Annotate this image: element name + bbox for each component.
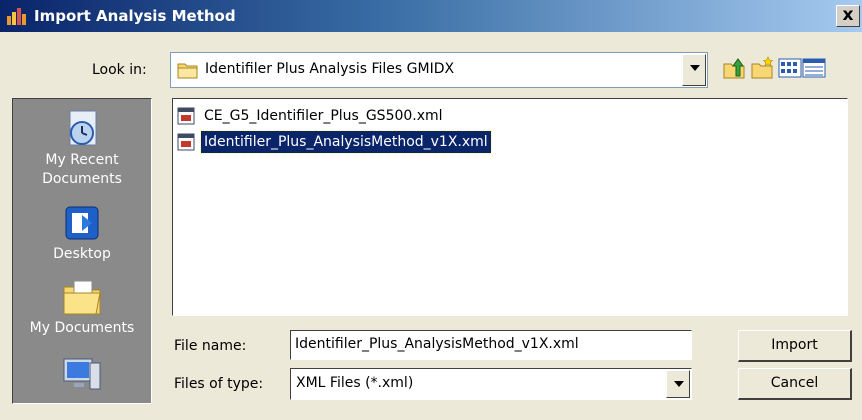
place-my-computer[interactable] <box>13 353 151 397</box>
app-icon <box>7 8 26 25</box>
lookin-label: Look in: <box>92 62 147 78</box>
window-title: Import Analysis Method <box>34 7 236 25</box>
lookin-dropdown[interactable]: Identifiler Plus Analysis Files GMIDX <box>170 52 708 88</box>
import-button[interactable]: Import <box>738 330 852 362</box>
filetype-label: Files of type: <box>174 376 264 392</box>
file-list[interactable]: CE_G5_Identifiler_Plus_GS500.xml Identif… <box>172 98 848 316</box>
chevron-down-icon[interactable] <box>666 370 690 398</box>
cancel-button[interactable]: Cancel <box>738 368 852 400</box>
my-computer-icon <box>63 358 101 390</box>
desktop-icon <box>65 206 99 240</box>
folder-icon <box>177 63 198 79</box>
up-folder-icon[interactable] <box>722 56 746 80</box>
title-bar: Import Analysis Method x <box>0 0 862 32</box>
list-view-icon[interactable] <box>778 56 802 80</box>
place-label: Desktop <box>53 246 111 262</box>
place-my-documents[interactable]: My Documents <box>13 275 151 338</box>
places-bar: My Recent Documents Desktop My Documents <box>12 98 152 404</box>
filetype-value: XML Files (*.xml) <box>296 375 414 391</box>
xml-file-icon <box>177 107 195 125</box>
file-name: CE_G5_Identifiler_Plus_GS500.xml <box>204 108 443 124</box>
close-button[interactable]: x <box>836 5 860 27</box>
filename-input[interactable]: Identifiler_Plus_AnalysisMethod_v1X.xml <box>290 330 692 360</box>
new-folder-icon[interactable] <box>750 56 774 80</box>
file-item[interactable]: CE_G5_Identifiler_Plus_GS500.xml <box>177 105 446 127</box>
place-label: My Documents <box>29 320 135 336</box>
file-name: Identifiler_Plus_AnalysisMethod_v1X.xml <box>200 130 492 154</box>
place-my-recent-documents[interactable]: My Recent Documents <box>13 107 151 189</box>
lookin-value: Identifiler Plus Analysis Files GMIDX <box>205 61 455 77</box>
file-item-selected[interactable]: Identifiler_Plus_AnalysisMethod_v1X.xml <box>177 130 492 154</box>
place-desktop[interactable]: Desktop <box>13 201 151 264</box>
chevron-down-icon[interactable] <box>682 54 706 86</box>
clock-document-icon <box>69 110 97 146</box>
filename-label: File name: <box>174 338 247 354</box>
filetype-dropdown[interactable]: XML Files (*.xml) <box>290 368 692 400</box>
folder-documents-icon <box>63 280 101 315</box>
details-view-icon[interactable] <box>802 56 826 80</box>
xml-file-icon <box>177 133 195 151</box>
place-label: My Recent Documents <box>42 152 122 187</box>
close-icon: x <box>842 5 854 25</box>
